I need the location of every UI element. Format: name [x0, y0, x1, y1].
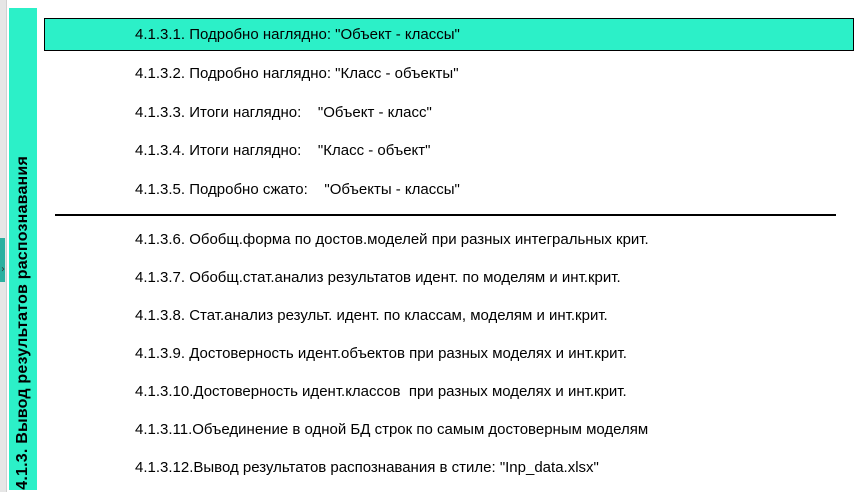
menu-item-4-1-3-8[interactable]: 4.1.3.8. Стат.анализ результ. идент. по … — [44, 299, 854, 332]
submenu-items-panel: 4.1.3.1. Подробно наглядно: "Объект - кл… — [38, 8, 858, 490]
menu-item-4-1-3-3[interactable]: 4.1.3.3. Итоги наглядно: "Объект - класс… — [44, 96, 854, 129]
menu-item-4-1-3-6[interactable]: 4.1.3.6. Обобщ.форма по достов.моделей п… — [44, 223, 854, 256]
menu-item-4-1-3-10[interactable]: 4.1.3.10.Достоверность идент.классов при… — [44, 375, 854, 408]
menu-item-4-1-3-9[interactable]: 4.1.3.9. Достоверность идент.объектов пр… — [44, 337, 854, 370]
menu-separator — [55, 214, 836, 216]
menu-item-4-1-3-5[interactable]: 4.1.3.5. Подробно сжато: "Объекты - клас… — [44, 173, 854, 206]
parent-menu-marker — [0, 238, 5, 282]
menu-item-4-1-3-7[interactable]: 4.1.3.7. Обобщ.стат.анализ результатов и… — [44, 261, 854, 294]
menu-item-4-1-3-2[interactable]: 4.1.3.2. Подробно наглядно: "Класс - объ… — [44, 57, 854, 90]
submenu-side-band: 4.1.3. Вывод результатов распознавания — [9, 8, 37, 490]
menu-item-4-1-3-4[interactable]: 4.1.3.4. Итоги наглядно: "Класс - объект… — [44, 134, 854, 167]
menu-item-4-1-3-11[interactable]: 4.1.3.11.Объединение в одной БД строк по… — [44, 413, 854, 446]
menu-item-4-1-3-12[interactable]: 4.1.3.12.Вывод результатов распознавания… — [44, 451, 854, 484]
submenu-window: › 4.1.3. Вывод результатов распознавания… — [0, 0, 858, 492]
menu-item-4-1-3-1[interactable]: 4.1.3.1. Подробно наглядно: "Объект - кл… — [44, 18, 854, 51]
parent-window-edge: › — [0, 0, 7, 492]
submenu-arrow-icon: › — [1, 264, 5, 275]
submenu-title: 4.1.3. Вывод результатов распознавания — [14, 156, 31, 490]
